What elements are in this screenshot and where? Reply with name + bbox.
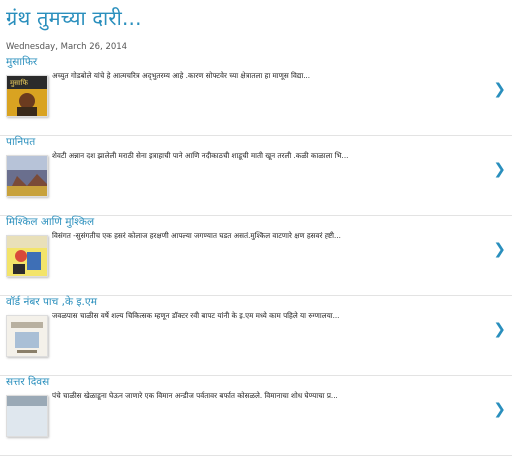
post-snippet: पंचे चाळीस खेळाडूना घेऊन जाणारे एक विमान…: [52, 391, 338, 400]
chevron-right-icon[interactable]: ❯: [493, 160, 506, 178]
post-item: वॉर्ड नंबर पाच ,के इ.एम जवळपास चाळीस वर्…: [0, 295, 512, 376]
blog-title[interactable]: ग्रंथ तुमच्या दारी...: [6, 4, 142, 31]
date-header: Wednesday, March 26, 2014: [6, 42, 128, 52]
post-item: पानिपत शेवटी अन्नान दश झालेली मराठी सेना…: [0, 135, 512, 216]
chevron-right-icon[interactable]: ❯: [493, 400, 506, 418]
post-snippet: जवळपास चाळीस वर्षे शल्य चिकित्सक म्हणून …: [52, 311, 340, 320]
post-title-link[interactable]: पानिपत: [6, 135, 35, 149]
post-title-link[interactable]: वॉर्ड नंबर पाच ,के इ.एम: [6, 295, 97, 309]
chevron-right-icon[interactable]: ❯: [493, 80, 506, 98]
post-item: मुसाफिर मुसाफि अच्युत गोडबोले यांचे हे आ…: [0, 55, 512, 136]
book-thumbnail[interactable]: [6, 395, 48, 437]
book-thumbnail[interactable]: [6, 235, 48, 277]
post-item: सत्तर दिवस पंचे चाळीस खेळाडूना घेऊन जाणा…: [0, 375, 512, 456]
post-title-link[interactable]: सत्तर दिवस: [6, 375, 49, 389]
book-thumbnail[interactable]: [6, 315, 48, 357]
book-thumbnail[interactable]: मुसाफि: [6, 75, 48, 117]
chevron-right-icon[interactable]: ❯: [493, 320, 506, 338]
svg-text:मुसाफि: मुसाफि: [10, 78, 29, 87]
chevron-right-icon[interactable]: ❯: [493, 240, 506, 258]
post-item: मिश्किल आणि मुश्किल विसंगत -सुसंगतीच एक …: [0, 215, 512, 296]
post-snippet: विसंगत -सुसंगतीच एक हसरं कोलाज हरक्षणी आ…: [52, 231, 341, 240]
post-title-link[interactable]: मिश्किल आणि मुश्किल: [6, 215, 94, 229]
post-snippet: अच्युत गोडबोले यांचे हे आत्मचरित्र अद्‌भ…: [52, 71, 311, 80]
book-thumbnail[interactable]: [6, 155, 48, 197]
post-snippet: शेवटी अन्नान दश झालेली मराठी सेना इत्राह…: [52, 151, 349, 160]
post-title-link[interactable]: मुसाफिर: [6, 55, 37, 69]
